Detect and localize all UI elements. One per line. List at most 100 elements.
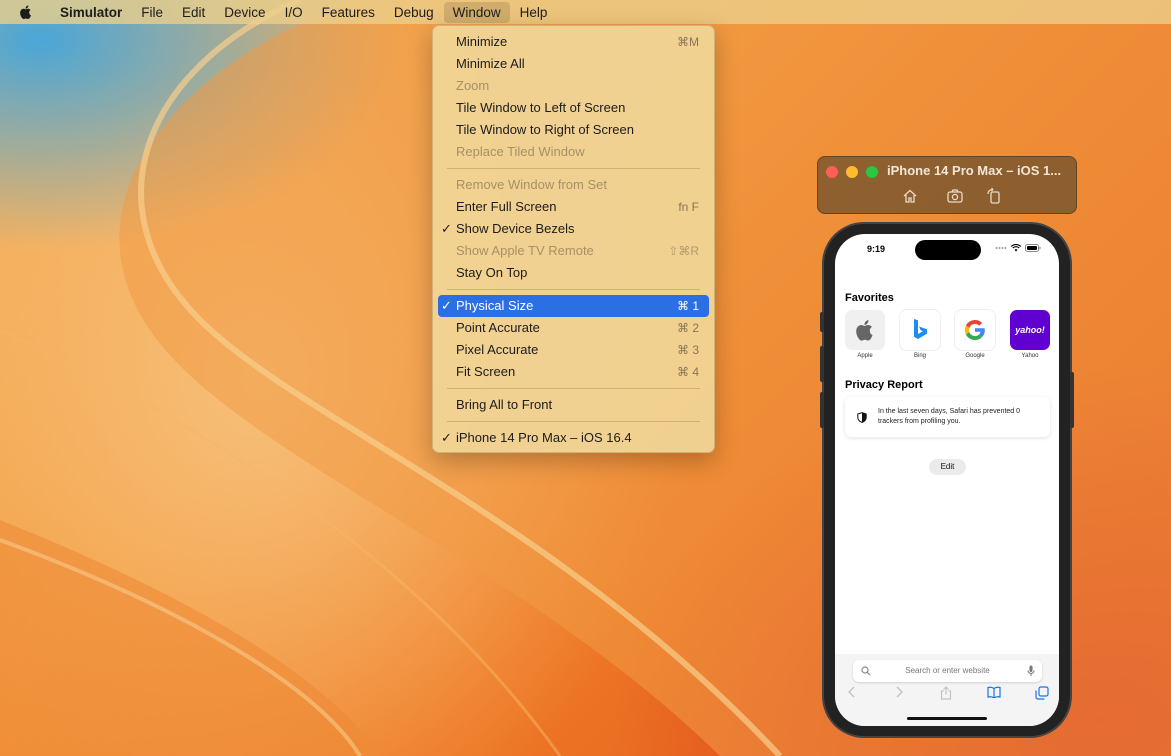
- favorites-heading: Favorites: [845, 292, 894, 304]
- screenshot-icon[interactable]: [946, 187, 964, 205]
- address-search-bar[interactable]: Search or enter website: [853, 660, 1042, 682]
- volume-down-button: [820, 392, 824, 428]
- menu-item-pixel-accurate[interactable]: Pixel Accurate ⌘ 3: [438, 339, 709, 361]
- privacy-report-heading: Privacy Report: [845, 379, 923, 391]
- menu-file[interactable]: File: [132, 2, 172, 23]
- menu-item-label: Remove Window from Set: [456, 177, 607, 192]
- back-icon[interactable]: [847, 686, 857, 698]
- menu-io[interactable]: I/O: [276, 2, 312, 23]
- menu-item-label: Pixel Accurate: [456, 342, 539, 357]
- menu-item-tile-right[interactable]: Tile Window to Right of Screen: [438, 119, 709, 141]
- simulator-window-titlebar[interactable]: iPhone 14 Pro Max – iOS 1...: [817, 156, 1077, 214]
- privacy-report-card[interactable]: In the last seven days, Safari has preve…: [845, 397, 1050, 437]
- menu-item-physical-size[interactable]: ✓ Physical Size ⌘ 1: [438, 295, 709, 317]
- favorite-label: Google: [965, 353, 985, 359]
- checkmark-icon: ✓: [441, 221, 452, 236]
- favorite-apple[interactable]: Apple: [845, 310, 885, 359]
- favorite-bing[interactable]: Bing: [900, 310, 940, 359]
- microphone-icon[interactable]: [1027, 665, 1035, 677]
- home-indicator[interactable]: [907, 717, 987, 720]
- yahoo-logo-text: yahoo!: [1015, 325, 1045, 335]
- privacy-report-text: In the last seven days, Safari has preve…: [878, 408, 1021, 425]
- menu-device[interactable]: Device: [215, 2, 274, 23]
- menu-item-label: Minimize: [456, 34, 508, 49]
- volume-up-button: [820, 346, 824, 382]
- yahoo-logo-icon: yahoo!: [1010, 310, 1050, 350]
- menu-item-label: Point Accurate: [456, 320, 540, 335]
- checkmark-icon: ✓: [441, 298, 452, 313]
- forward-icon[interactable]: [894, 686, 904, 698]
- share-icon[interactable]: [939, 686, 953, 700]
- menu-item-label: Show Apple TV Remote: [456, 243, 594, 258]
- dynamic-island: [915, 240, 981, 260]
- close-window-button[interactable]: [826, 166, 838, 178]
- apple-logo-icon[interactable]: [18, 4, 34, 20]
- google-logo-icon: [955, 310, 995, 350]
- favorite-yahoo[interactable]: yahoo! Yahoo: [1010, 310, 1050, 359]
- menu-item-fit-screen[interactable]: Fit Screen ⌘ 4: [438, 361, 709, 383]
- menu-item-shortcut: ⇧⌘R: [668, 244, 699, 258]
- mute-switch: [820, 312, 824, 332]
- phone-screen: 9:19 Favorites Apple Bing Google yahoo! …: [835, 234, 1059, 726]
- menu-item-minimize-all[interactable]: Minimize All: [438, 53, 709, 75]
- favorite-label: Bing: [913, 353, 926, 359]
- menu-edit[interactable]: Edit: [173, 2, 214, 23]
- menu-item-shortcut: ⌘ 3: [676, 343, 699, 357]
- battery-icon: [1025, 244, 1041, 252]
- menu-separator: [447, 289, 700, 290]
- menu-item-label: Show Device Bezels: [456, 221, 575, 236]
- menu-item-shortcut: ⌘ 2: [676, 321, 699, 335]
- menu-item-minimize[interactable]: Minimize ⌘M: [438, 31, 709, 53]
- bing-logo-icon: [900, 310, 940, 350]
- menu-item-stay-on-top[interactable]: Stay On Top: [438, 262, 709, 284]
- menu-features[interactable]: Features: [313, 2, 384, 23]
- menu-item-show-device-bezels[interactable]: ✓ Show Device Bezels: [438, 218, 709, 240]
- checkmark-icon: ✓: [441, 430, 452, 445]
- menu-item-tile-left[interactable]: Tile Window to Left of Screen: [438, 97, 709, 119]
- menu-item-label: iPhone 14 Pro Max – iOS 16.4: [456, 430, 632, 445]
- favorite-label: Yahoo: [1021, 353, 1039, 359]
- window-menu-dropdown: Minimize ⌘M Minimize All Zoom Tile Windo…: [432, 25, 715, 453]
- status-icons: [995, 244, 1041, 252]
- menu-item-label: Tile Window to Right of Screen: [456, 122, 634, 137]
- home-icon[interactable]: [901, 187, 919, 205]
- menu-item-device-window[interactable]: ✓ iPhone 14 Pro Max – iOS 16.4: [438, 427, 709, 449]
- menu-item-enter-full-screen[interactable]: Enter Full Screen fn F: [438, 196, 709, 218]
- menu-item-label: Stay On Top: [456, 265, 528, 280]
- menu-item-zoom: Zoom: [438, 75, 709, 97]
- window-title: iPhone 14 Pro Max – iOS 1...: [887, 163, 1062, 178]
- menu-item-shortcut: ⌘ 1: [676, 299, 699, 313]
- favorite-label: Apple: [857, 353, 873, 359]
- menu-item-label: Bring All to Front: [456, 397, 553, 412]
- favorite-google[interactable]: Google: [955, 310, 995, 359]
- menu-item-point-accurate[interactable]: Point Accurate ⌘ 2: [438, 317, 709, 339]
- menu-item-label: Minimize All: [456, 56, 525, 71]
- menu-separator: [447, 388, 700, 389]
- menu-debug[interactable]: Debug: [385, 2, 443, 23]
- menu-help[interactable]: Help: [511, 2, 557, 23]
- menu-item-label: Zoom: [456, 78, 490, 93]
- rotate-icon[interactable]: [985, 187, 1003, 205]
- apple-logo-icon: [845, 310, 885, 350]
- menu-item-label: Tile Window to Left of Screen: [456, 100, 626, 115]
- iphone-device-frame: 9:19 Favorites Apple Bing Google yahoo! …: [820, 224, 1074, 736]
- menu-item-label: Enter Full Screen: [456, 199, 557, 214]
- menu-window[interactable]: Window: [443, 1, 510, 23]
- menu-separator: [447, 421, 700, 422]
- menu-item-shortcut: ⌘ 4: [676, 365, 699, 379]
- menu-item-bring-all-to-front[interactable]: Bring All to Front: [438, 394, 709, 416]
- menu-item-label: Replace Tiled Window: [456, 144, 585, 159]
- minimize-window-button[interactable]: [846, 166, 858, 178]
- menu-item-label: Fit Screen: [456, 364, 516, 379]
- menu-item-remove-from-set: Remove Window from Set: [438, 174, 709, 196]
- menu-item-shortcut: fn F: [678, 200, 699, 214]
- wifi-icon: [1011, 244, 1021, 252]
- zoom-window-button[interactable]: [866, 166, 878, 178]
- edit-button[interactable]: Edit: [929, 459, 966, 475]
- tabs-icon[interactable]: [1035, 686, 1049, 700]
- status-time: 9:19: [867, 244, 886, 254]
- menu-simulator[interactable]: Simulator: [51, 2, 131, 23]
- menu-item-shortcut: ⌘M: [677, 35, 699, 49]
- menu-item-show-apple-tv-remote: Show Apple TV Remote ⇧⌘R: [438, 240, 709, 262]
- bookmarks-icon[interactable]: [987, 686, 1001, 698]
